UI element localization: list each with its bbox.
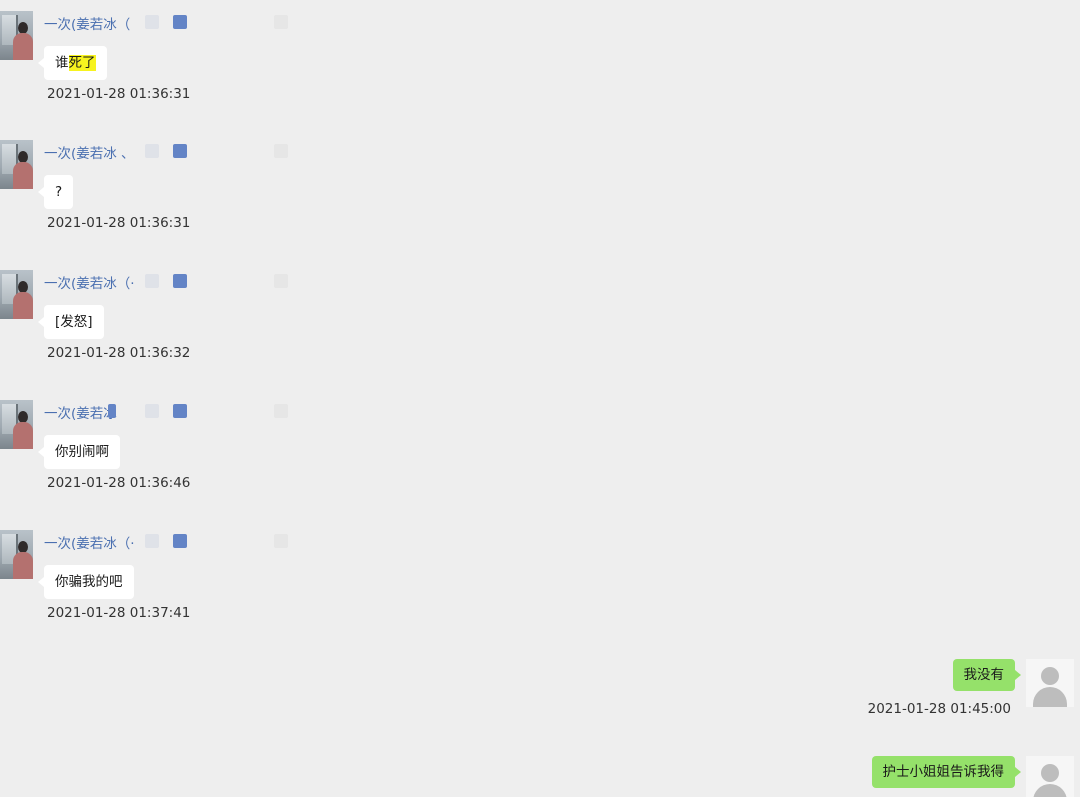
contact-avatar[interactable]: [0, 530, 33, 579]
default-avatar-icon: [1041, 764, 1059, 782]
sender-name[interactable]: 一次(姜若冰（·: [44, 272, 135, 292]
sender-name[interactable]: 一次(姜若冰 、: [44, 142, 135, 162]
message-bubble[interactable]: ?: [37, 175, 74, 209]
default-avatar-icon: [1041, 667, 1059, 685]
message-bubble[interactable]: 护士小姐姐告诉我得: [871, 756, 1021, 788]
redaction-mask: [145, 274, 159, 288]
incoming-message: 一次(姜若冰（ 谁死了 2021-01-28 01:36:31: [0, 11, 400, 121]
outgoing-message: 护士小姐姐告诉我得: [580, 756, 1080, 797]
redaction-mask: [145, 15, 159, 29]
redaction-mask: [274, 404, 288, 418]
message-text: 你别闹啊: [55, 444, 109, 460]
redaction-mask: [145, 144, 159, 158]
message-bubble[interactable]: [发怒]: [38, 305, 104, 339]
redaction-mask: [173, 404, 187, 418]
incoming-message: 一次(姜若冰 你别闹啊 2021-01-28 01:36:46: [0, 400, 400, 510]
contact-avatar[interactable]: [0, 270, 33, 319]
outgoing-message: 我没有 2021-01-28 01:45:00: [580, 659, 1080, 719]
contact-avatar[interactable]: [0, 11, 33, 60]
redaction-mask: [274, 144, 288, 158]
redaction-mask: [173, 15, 187, 29]
chat-history-panel[interactable]: 一次(姜若冰（ 谁死了 2021-01-28 01:36:31 一次(姜若冰 、…: [0, 0, 1080, 797]
message-timestamp: 2021-01-28 01:36:31: [47, 215, 191, 231]
incoming-message: 一次(姜若冰（· [发怒] 2021-01-28 01:36:32: [0, 270, 400, 380]
message-text: 我没有: [963, 667, 1005, 683]
message-bubble[interactable]: 你骗我的吧: [38, 565, 134, 599]
contact-avatar[interactable]: [0, 400, 33, 449]
message-bubble[interactable]: 你别闹啊: [38, 435, 120, 469]
redaction-mask: [274, 274, 288, 288]
sender-name[interactable]: 一次(姜若冰（·: [44, 532, 135, 552]
highlighted-text: 死了: [68, 55, 96, 71]
redaction-mask: [173, 144, 187, 158]
sender-name[interactable]: 一次(姜若冰（: [44, 13, 130, 33]
incoming-message: 一次(姜若冰 、 ? 2021-01-28 01:36:31: [0, 140, 400, 250]
redaction-mask: [145, 404, 159, 418]
message-text: [发怒]: [55, 314, 93, 330]
message-timestamp: 2021-01-28 01:36:46: [47, 475, 191, 491]
message-timestamp: 2021-01-28 01:45:00: [867, 701, 1011, 717]
redaction-mask: [274, 534, 288, 548]
contact-avatar[interactable]: [0, 140, 33, 189]
user-avatar[interactable]: [1026, 756, 1074, 797]
message-text: ?: [55, 184, 63, 200]
message-bubble[interactable]: 我没有: [952, 659, 1021, 691]
redaction-mask: [145, 534, 159, 548]
message-text: 谁: [55, 55, 69, 71]
user-avatar[interactable]: [1026, 659, 1074, 707]
message-text: 你骗我的吧: [55, 574, 123, 590]
message-bubble[interactable]: 谁死了: [38, 46, 107, 80]
incoming-message: 一次(姜若冰（· 你骗我的吧 2021-01-28 01:37:41: [0, 530, 400, 640]
message-timestamp: 2021-01-28 01:37:41: [47, 605, 191, 621]
message-timestamp: 2021-01-28 01:36:32: [47, 345, 191, 361]
message-text: 护士小姐姐告诉我得: [882, 764, 1005, 780]
redaction-mask: [173, 534, 187, 548]
sender-name[interactable]: 一次(姜若冰: [44, 402, 117, 422]
redaction-mask: [274, 15, 288, 29]
redaction-mask: [108, 404, 116, 418]
redaction-mask: [173, 274, 187, 288]
message-timestamp: 2021-01-28 01:36:31: [47, 86, 191, 102]
